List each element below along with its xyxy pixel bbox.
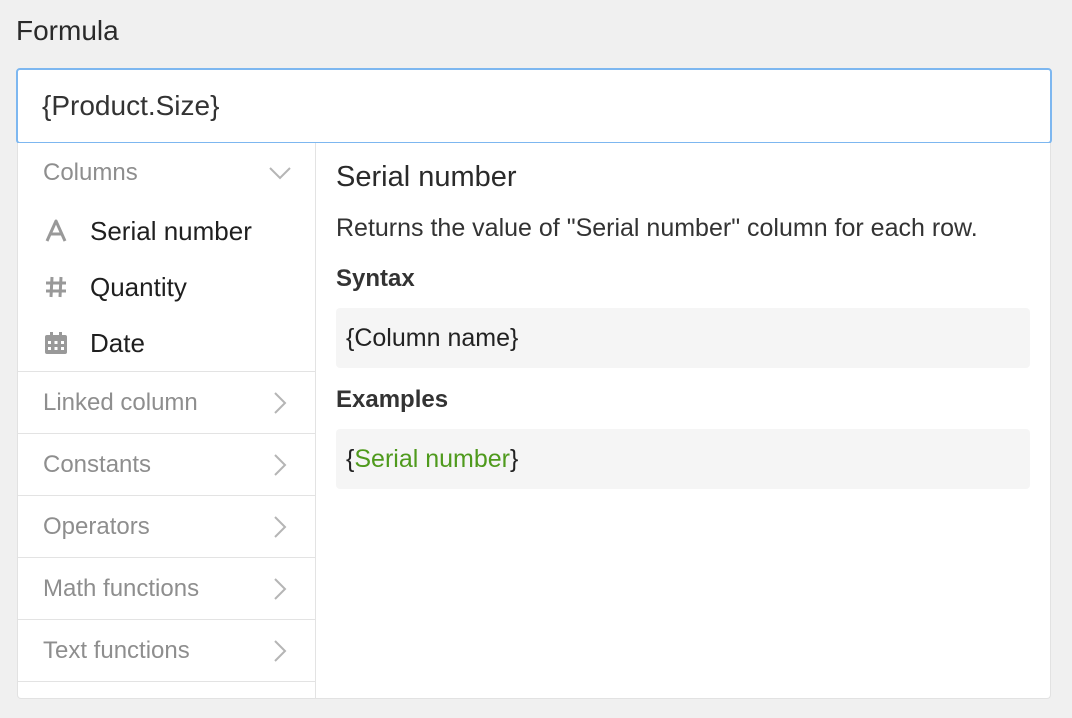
group-next-partial[interactable]	[18, 681, 315, 698]
example-code: {Serial number}	[336, 429, 1030, 489]
chevron-right-icon	[269, 515, 291, 538]
detail-title: Serial number	[336, 161, 517, 193]
group-label: Operators	[43, 512, 150, 540]
column-item-serial-number[interactable]: Serial number	[18, 203, 315, 259]
text-type-icon	[43, 218, 69, 244]
column-item-label: Quantity	[90, 271, 187, 302]
example-suffix: }	[510, 444, 519, 473]
column-item-quantity[interactable]: Quantity	[18, 259, 315, 315]
group-label: Math functions	[43, 574, 200, 602]
helper-sidebar: Columns Serial number Quantity Date Link…	[18, 143, 316, 698]
chevron-down-icon	[269, 162, 291, 184]
chevron-right-icon	[269, 453, 291, 476]
group-columns-header[interactable]: Columns	[18, 143, 315, 203]
hash-icon	[43, 274, 69, 300]
chevron-right-icon	[269, 577, 291, 600]
column-item-label: Date	[90, 327, 145, 358]
calendar-icon	[43, 330, 69, 356]
group-operators[interactable]: Operators	[18, 495, 315, 557]
chevron-right-icon	[269, 391, 291, 414]
column-item-label: Serial number	[90, 215, 252, 246]
group-math-functions[interactable]: Math functions	[18, 557, 315, 619]
formula-helper-panel: Columns Serial number Quantity Date Link…	[17, 143, 1051, 699]
syntax-heading: Syntax	[336, 265, 415, 292]
example-prefix: {	[346, 444, 355, 473]
group-linked-column[interactable]: Linked column	[18, 371, 315, 433]
group-label: Linked column	[43, 388, 198, 416]
group-columns-label: Columns	[43, 159, 138, 186]
group-constants[interactable]: Constants	[18, 433, 315, 495]
formula-input[interactable]	[16, 68, 1052, 144]
column-item-date[interactable]: Date	[18, 315, 315, 371]
detail-description: Returns the value of "Serial number" col…	[336, 214, 978, 242]
formula-label: Formula	[16, 15, 119, 46]
example-column-reference[interactable]: Serial number	[354, 445, 510, 474]
syntax-code: {Column name}	[336, 308, 1030, 368]
group-text-functions[interactable]: Text functions	[18, 619, 315, 681]
group-label: Constants	[43, 450, 152, 478]
chevron-right-icon	[269, 639, 291, 662]
group-label: Text functions	[43, 636, 190, 664]
examples-heading: Examples	[336, 386, 449, 413]
columns-list: Serial number Quantity Date	[18, 203, 315, 371]
helper-detail: Serial number Returns the value of "Seri…	[316, 143, 1050, 698]
